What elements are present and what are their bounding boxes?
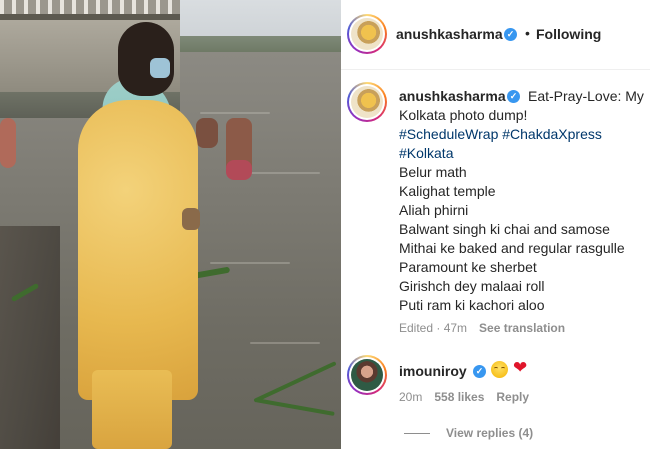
separator-dot: • bbox=[525, 25, 530, 41]
caption-username[interactable]: anushkasharma bbox=[399, 88, 506, 104]
comment-time: 20m bbox=[399, 390, 423, 404]
verified-badge-icon: ✓ bbox=[473, 365, 486, 378]
edited-timestamp: Edited · 47m bbox=[399, 321, 468, 335]
verified-badge-icon: ✓ bbox=[507, 90, 520, 103]
ghat-steps bbox=[0, 226, 60, 449]
bather bbox=[196, 118, 218, 148]
caption-meta: Edited · 47m See translation bbox=[399, 321, 565, 335]
red-heart-icon: ❤ bbox=[513, 358, 528, 377]
caption-avatar[interactable] bbox=[347, 82, 387, 122]
caption-text-line: Kolkata photo dump! bbox=[399, 107, 528, 123]
face-mask bbox=[150, 58, 170, 78]
caption-text-line: Balwant singh ki chai and samose bbox=[399, 221, 610, 237]
comment-meta: 20m 558 likes Reply bbox=[399, 390, 541, 404]
caption-text-line: Kalighat temple bbox=[399, 183, 496, 199]
ripple bbox=[210, 262, 290, 264]
commenter-avatar[interactable] bbox=[347, 355, 387, 395]
post-header: anushkasharma ✓ • Following bbox=[341, 0, 650, 70]
caption-text-line: Puti ram ki kachori aloo bbox=[399, 297, 545, 313]
author-avatar[interactable] bbox=[347, 14, 387, 54]
post-photo[interactable] bbox=[0, 0, 341, 449]
see-translation-link[interactable]: See translation bbox=[479, 321, 565, 335]
bather-cloth bbox=[226, 160, 252, 180]
woman-kurta bbox=[78, 100, 198, 400]
woman-legs bbox=[92, 370, 172, 449]
caption-text-line: Belur math bbox=[399, 164, 467, 180]
comment-likes[interactable]: 558 likes bbox=[434, 390, 484, 404]
view-replies-button[interactable]: View replies (4) bbox=[446, 426, 533, 440]
caption-text-line: Girishch dey malaai roll bbox=[399, 278, 545, 294]
verified-badge-icon: ✓ bbox=[504, 28, 517, 41]
reply-button[interactable]: Reply bbox=[496, 390, 529, 404]
smiling-face-icon bbox=[491, 361, 508, 378]
caption-text-line: Aliah phirni bbox=[399, 202, 469, 218]
offering-pot bbox=[182, 208, 200, 230]
replies-divider bbox=[404, 433, 430, 434]
following-button[interactable]: Following bbox=[536, 26, 601, 42]
caption-hashtags[interactable]: #ScheduleWrap #ChakdaXpress bbox=[399, 126, 602, 142]
caption-text-line: Eat-Pray-Love: My bbox=[528, 88, 644, 104]
author-username[interactable]: anushkasharma bbox=[396, 26, 503, 42]
commenter-username[interactable]: imouniroy bbox=[399, 363, 467, 379]
ripple bbox=[200, 112, 270, 114]
ripple bbox=[250, 342, 320, 344]
caption-text-line: Mithai ke baked and regular rasgulle bbox=[399, 240, 625, 256]
caption-text-line: Paramount ke sherbet bbox=[399, 259, 537, 275]
caption-hashtag[interactable]: #Kolkata bbox=[399, 145, 453, 161]
post-side-panel: anushkasharma ✓ • Following anushkasharm… bbox=[341, 0, 650, 449]
bather bbox=[0, 118, 16, 168]
